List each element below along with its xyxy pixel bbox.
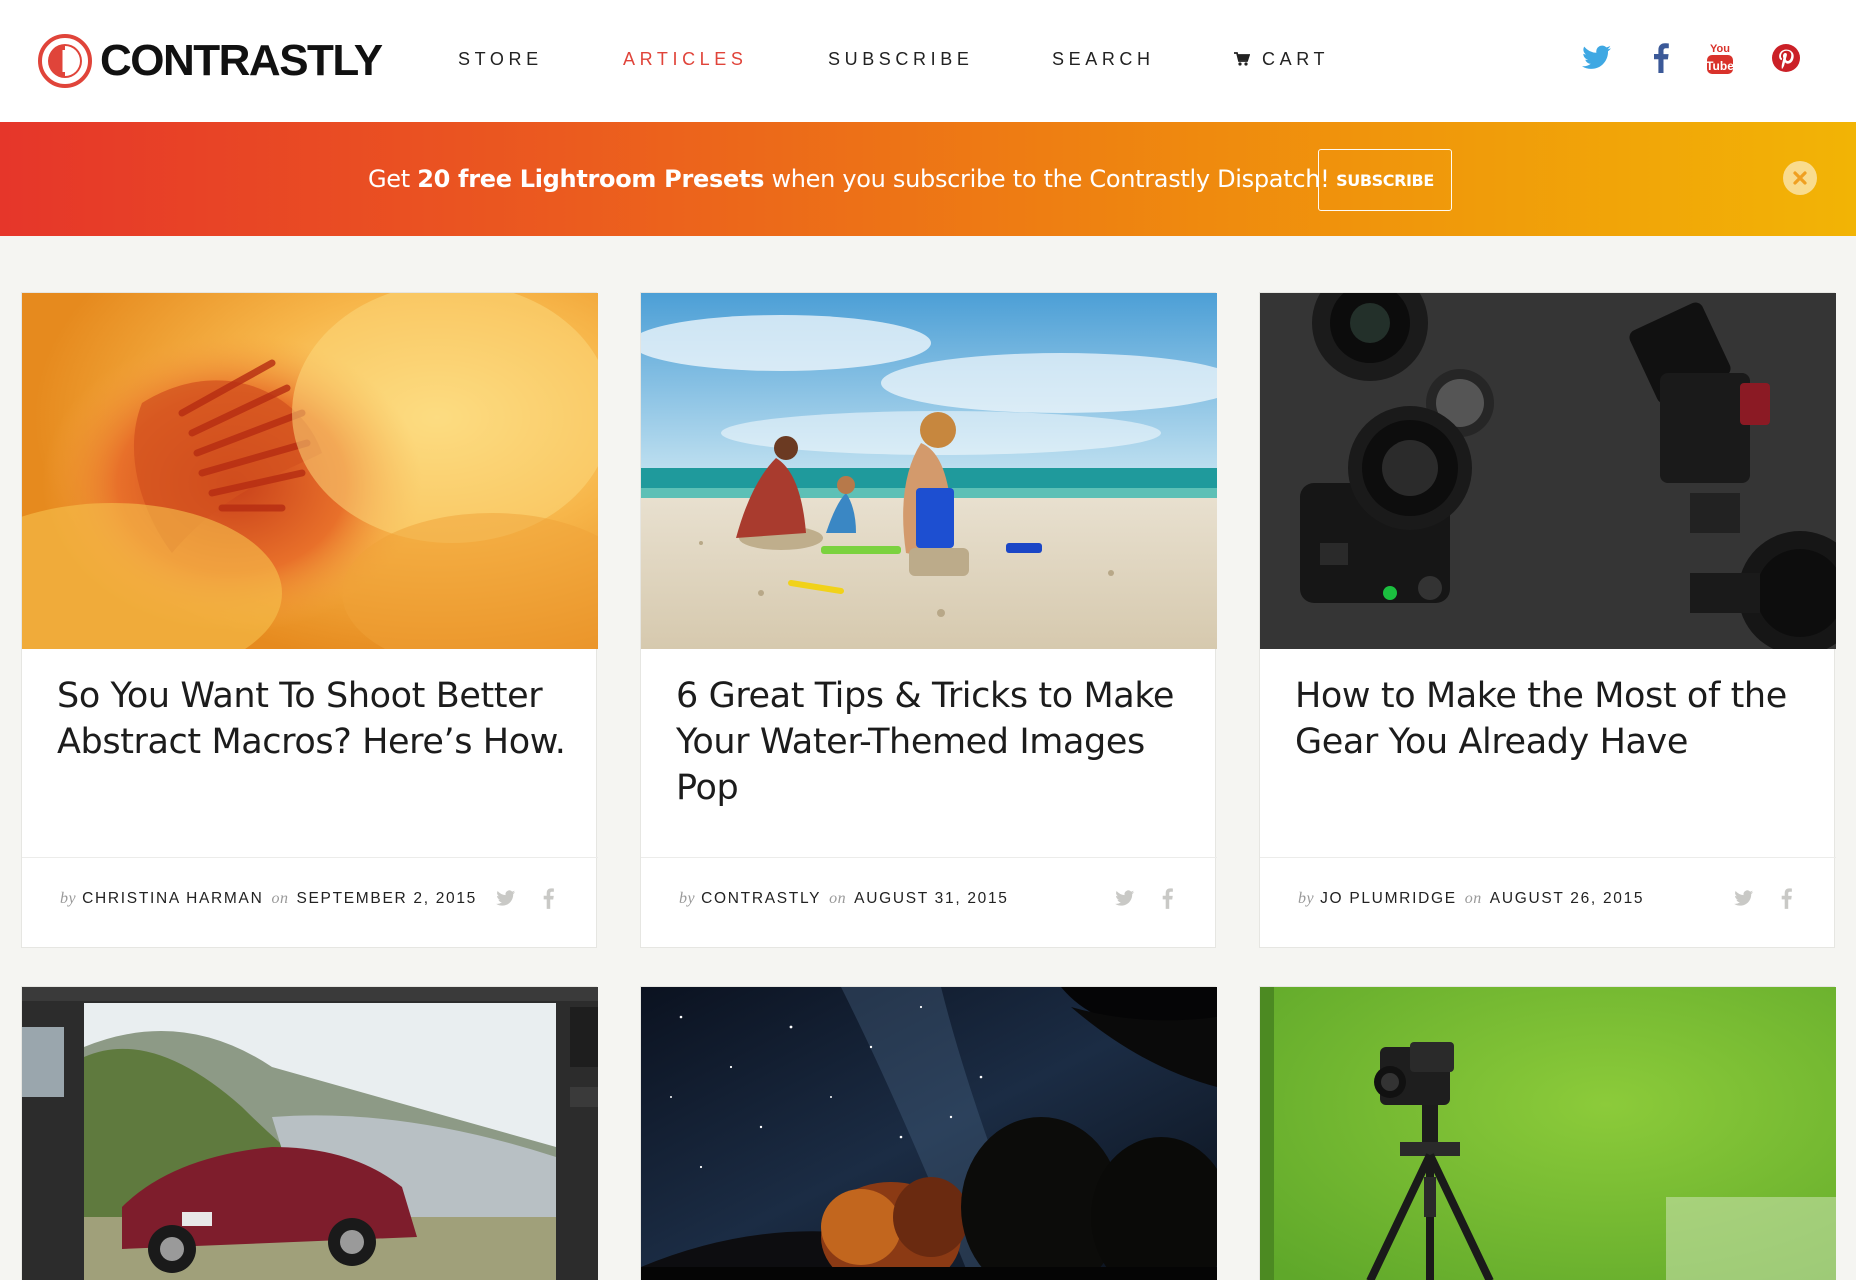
youtube-icon: You Tube bbox=[1706, 43, 1734, 74]
article-meta: by JO PLUMRIDGE on AUGUST 26, 2015 bbox=[1260, 857, 1836, 940]
banner-subscribe-button[interactable]: SUBSCRIBE bbox=[1318, 149, 1452, 211]
share-facebook-button[interactable] bbox=[1156, 886, 1178, 910]
article-card: 6 Great Tips & Tricks to Make Your Water… bbox=[640, 292, 1217, 948]
article-byline: by CHRISTINA HARMAN on SEPTEMBER 2, 2015 bbox=[60, 890, 477, 907]
share-facebook-button[interactable] bbox=[1775, 886, 1797, 910]
article-title[interactable]: How to Make the Most of the Gear You Alr… bbox=[1295, 673, 1805, 765]
article-image-milky-way[interactable] bbox=[641, 987, 1217, 1280]
article-author[interactable]: CHRISTINA HARMAN bbox=[82, 890, 263, 907]
twitter-link[interactable] bbox=[1579, 40, 1615, 76]
main-nav: STORE ARTICLES SUBSCRIBE SEARCH CART bbox=[0, 0, 1400, 122]
nav-store[interactable]: STORE bbox=[458, 47, 543, 71]
presets-promo-banner: Get 20 free Lightroom Presets when you s… bbox=[0, 122, 1856, 236]
article-image-water-themed[interactable] bbox=[641, 293, 1217, 649]
article-author[interactable]: JO PLUMRIDGE bbox=[1320, 890, 1457, 907]
dslr-cameras-and-lenses-on-dark-table-photo bbox=[1260, 293, 1836, 649]
article-date: AUGUST 31, 2015 bbox=[854, 890, 1009, 907]
article-card bbox=[1259, 986, 1836, 1280]
site-header: CONTRASTLY STORE ARTICLES SUBSCRIBE SEAR… bbox=[0, 0, 1856, 122]
share-twitter-button[interactable] bbox=[1114, 886, 1136, 910]
svg-text:Tube: Tube bbox=[1706, 59, 1734, 73]
article-card: How to Make the Most of the Gear You Alr… bbox=[1259, 292, 1836, 948]
article-card: So You Want To Shoot Better Abstract Mac… bbox=[21, 292, 598, 948]
article-image-lightroom-corvette[interactable] bbox=[22, 987, 598, 1280]
milky-way-night-sky-over-autumn-trees-photo bbox=[641, 987, 1217, 1280]
article-byline: by CONTRASTLY on AUGUST 31, 2015 bbox=[679, 890, 1009, 907]
nav-articles[interactable]: ARTICLES bbox=[623, 47, 748, 71]
video-camera-on-tripod-green-screen-photo bbox=[1260, 987, 1836, 1280]
close-icon bbox=[1793, 171, 1807, 185]
nav-cart[interactable]: CART bbox=[1234, 47, 1329, 71]
lightroom-editor-with-red-corvette-in-mountains-photo bbox=[22, 987, 598, 1280]
share-twitter-button[interactable] bbox=[1733, 886, 1755, 910]
nav-cart-label: CART bbox=[1262, 49, 1330, 69]
banner-close-button[interactable] bbox=[1783, 161, 1817, 195]
article-image-abstract-macro[interactable] bbox=[22, 293, 598, 649]
article-date: SEPTEMBER 2, 2015 bbox=[296, 890, 477, 907]
twitter-icon bbox=[1582, 45, 1611, 69]
article-card bbox=[640, 986, 1217, 1280]
abstract-orange-flower-macro-photo bbox=[22, 293, 598, 649]
article-date: AUGUST 26, 2015 bbox=[1489, 890, 1645, 907]
share-facebook-button[interactable] bbox=[537, 886, 559, 910]
facebook-icon bbox=[1654, 43, 1669, 73]
article-card bbox=[21, 986, 598, 1280]
facebook-icon bbox=[543, 887, 554, 909]
youtube-link[interactable]: You Tube bbox=[1702, 40, 1738, 76]
pinterest-link[interactable] bbox=[1768, 40, 1804, 76]
nav-subscribe[interactable]: SUBSCRIBE bbox=[828, 47, 973, 71]
article-author[interactable]: CONTRASTLY bbox=[701, 890, 821, 907]
article-meta: by CONTRASTLY on AUGUST 31, 2015 bbox=[641, 857, 1217, 940]
twitter-icon bbox=[1734, 889, 1754, 906]
article-meta: by CHRISTINA HARMAN on SEPTEMBER 2, 2015 bbox=[22, 857, 598, 940]
article-byline: by JO PLUMRIDGE on AUGUST 26, 2015 bbox=[1298, 890, 1645, 907]
cart-icon bbox=[1234, 52, 1250, 66]
facebook-icon bbox=[1162, 887, 1173, 909]
facebook-link[interactable] bbox=[1643, 40, 1679, 76]
article-title[interactable]: So You Want To Shoot Better Abstract Mac… bbox=[57, 673, 567, 765]
twitter-icon bbox=[496, 889, 516, 906]
article-title[interactable]: 6 Great Tips & Tricks to Make Your Water… bbox=[676, 673, 1186, 811]
share-twitter-button[interactable] bbox=[495, 886, 517, 910]
facebook-icon bbox=[1781, 887, 1792, 909]
banner-message: Get 20 free Lightroom Presets when you s… bbox=[368, 165, 1330, 193]
nav-search[interactable]: SEARCH bbox=[1052, 47, 1155, 71]
twitter-icon bbox=[1115, 889, 1135, 906]
pinterest-icon bbox=[1772, 44, 1800, 72]
article-image-gear[interactable] bbox=[1260, 293, 1836, 649]
family-building-sandcastle-on-beach-photo bbox=[641, 293, 1217, 649]
article-image-green-screen[interactable] bbox=[1260, 987, 1836, 1280]
svg-text:You: You bbox=[1710, 43, 1730, 55]
